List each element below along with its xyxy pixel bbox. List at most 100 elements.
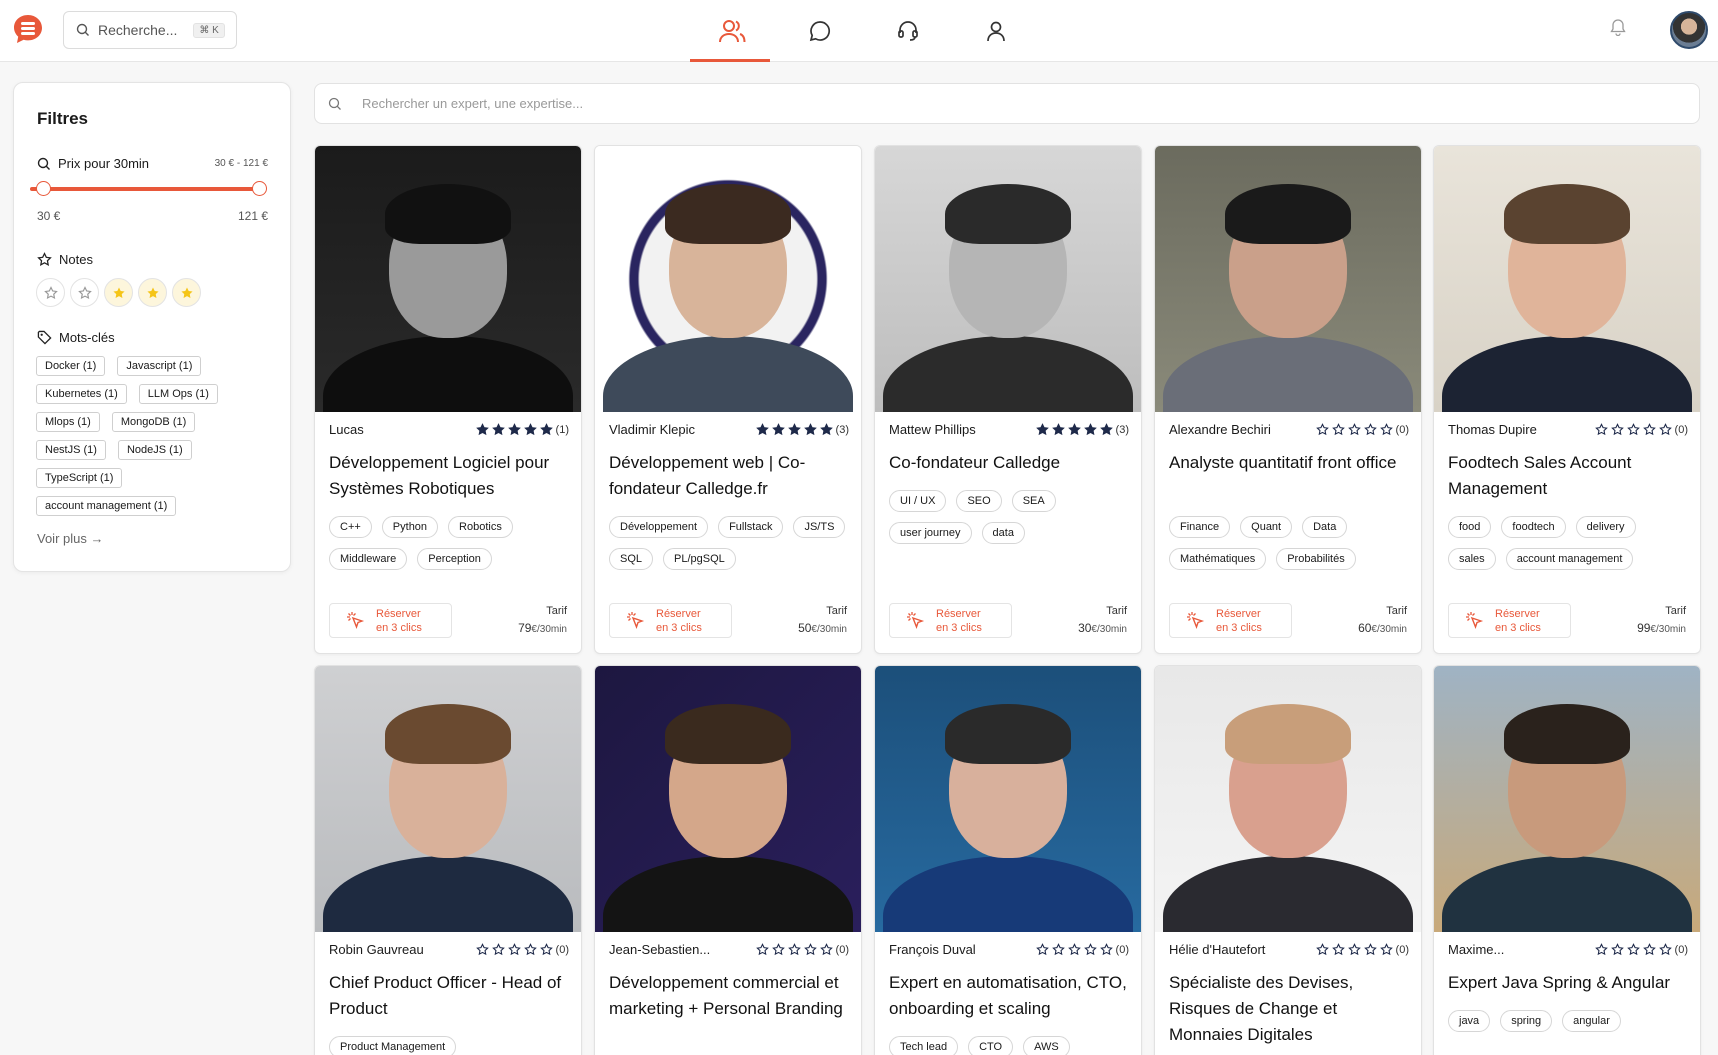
expertise-tag[interactable]: angular (1562, 1010, 1621, 1032)
expertise-tag[interactable]: account management (1505, 548, 1634, 570)
expert-card[interactable]: Mattew Phillips (3) Co-fondateur Calledg… (874, 145, 1142, 654)
expert-photo[interactable] (595, 146, 861, 412)
expertise-tag[interactable]: data (981, 522, 1025, 544)
expertise-tag[interactable]: Middleware (329, 548, 408, 570)
price-slider-track[interactable] (30, 187, 255, 191)
reserve-label: Réserver (936, 607, 981, 620)
keyword-chip[interactable]: Kubernetes (1) (36, 384, 127, 404)
expertise-tag[interactable]: UI / UX (889, 490, 947, 512)
expert-photo[interactable] (875, 666, 1141, 932)
tarif-price: 99 (1637, 621, 1651, 635)
expertise-tag[interactable]: Finance (1169, 516, 1231, 538)
expertise-tag[interactable]: AWS (1023, 1036, 1070, 1055)
reserve-button[interactable]: Réserver en 3 clics (1169, 603, 1292, 638)
nav-support[interactable] (864, 0, 952, 62)
user-avatar[interactable] (1670, 11, 1708, 49)
keyword-chip[interactable]: TypeScript (1) (36, 468, 123, 488)
expertise-tag[interactable]: java (1448, 1010, 1491, 1032)
rating-5-button[interactable] (172, 278, 201, 307)
click-cursor-icon (627, 611, 645, 629)
expertise-tag[interactable]: user journey (889, 522, 972, 544)
expertise-tag[interactable]: SEO (956, 490, 1002, 512)
star-outline-icon (1594, 943, 1608, 956)
keyword-chip[interactable]: Mlops (1) (36, 412, 100, 432)
app-logo[interactable] (12, 13, 44, 45)
expertise-tag[interactable]: food (1448, 516, 1492, 538)
keyword-chip[interactable]: Javascript (1) (117, 356, 202, 376)
tag-icon (37, 330, 52, 345)
expertise-tag[interactable]: SEA (1011, 490, 1056, 512)
reserve-button[interactable]: Réserver en 3 clics (889, 603, 1012, 638)
global-search[interactable]: Recherche... ⌘ K (63, 11, 237, 49)
rating-3-button[interactable] (104, 278, 133, 307)
nav-chat[interactable] (776, 0, 864, 62)
expert-card[interactable]: Jean-Sebastien... (0) Développement comm… (594, 665, 862, 1055)
price-slider-max-handle[interactable] (252, 181, 267, 196)
expert-card[interactable]: Alexandre Bechiri (0) Analyste quantitat… (1154, 145, 1422, 654)
expertise-tag[interactable]: spring (1500, 1010, 1553, 1032)
expertise-tag[interactable]: foodtech (1501, 516, 1566, 538)
expertise-tag[interactable]: Tech lead (889, 1036, 959, 1055)
expertise-tag[interactable]: JS/TS (793, 516, 846, 538)
expertise-tag[interactable]: Probabilités (1276, 548, 1356, 570)
expert-search-input[interactable] (362, 96, 1562, 111)
keyword-chip[interactable]: account management (1) (36, 496, 177, 516)
photo-body-shape (603, 336, 853, 412)
expertise-tag[interactable]: PL/pgSQL (663, 548, 736, 570)
reserve-button[interactable]: Réserver en 3 clics (609, 603, 732, 638)
expertise-tag[interactable]: SQL (609, 548, 654, 570)
expert-photo[interactable] (315, 666, 581, 932)
expertise-tag[interactable]: Fullstack (718, 516, 784, 538)
card-footer: Réserver en 3 clics Tarif 60€/30min (1169, 603, 1407, 638)
nav-experts[interactable] (688, 0, 776, 62)
expert-photo[interactable] (1155, 146, 1421, 412)
reserve-button[interactable]: Réserver en 3 clics (1448, 603, 1571, 638)
keyword-chip[interactable]: MongoDB (1) (111, 412, 196, 432)
expertise-tag[interactable]: Mathématiques (1169, 548, 1267, 570)
expertise-tag[interactable]: delivery (1575, 516, 1636, 538)
rating-1-button[interactable] (36, 278, 65, 307)
expert-card[interactable]: Maxime... (0) Expert Java Spring & Angul… (1433, 665, 1701, 1055)
expert-card[interactable]: Robin Gauvreau (0) Chief Product Officer… (314, 665, 582, 1055)
expert-card[interactable]: François Duval (0) Expert en automatisat… (874, 665, 1142, 1055)
expertise-tag[interactable]: Développement (609, 516, 709, 538)
rating-4-button[interactable] (138, 278, 167, 307)
nav-profile[interactable] (952, 0, 1040, 62)
expert-card[interactable]: Vladimir Klepic (3) Développement web | … (594, 145, 862, 654)
expertise-tag[interactable]: C++ (329, 516, 372, 538)
expertise-tag[interactable]: Robotics (448, 516, 513, 538)
rating-count: (0) (1674, 943, 1688, 956)
star-filled-icon (491, 423, 505, 436)
expert-card[interactable]: Hélie d'Hautefort (0) Spécialiste des De… (1154, 665, 1422, 1055)
expertise-tag[interactable]: Product Management (329, 1036, 457, 1055)
expert-card[interactable]: Thomas Dupire (0) Foodtech Sales Account… (1433, 145, 1701, 654)
expert-photo[interactable] (315, 146, 581, 412)
reserve-sublabel: en 3 clics (656, 621, 702, 634)
expert-photo[interactable] (595, 666, 861, 932)
rating-2-button[interactable] (70, 278, 99, 307)
expertise-tag[interactable]: Data (1302, 516, 1348, 538)
star-outline-icon (1315, 943, 1329, 956)
expertise-tag[interactable]: sales (1448, 548, 1496, 570)
expertise-tag[interactable]: CTO (968, 1036, 1014, 1055)
keyword-chip[interactable]: NodeJS (1) (117, 440, 192, 460)
expertise-tag[interactable]: Perception (417, 548, 492, 570)
expert-card[interactable]: Lucas (1) Développement Logiciel pour Sy… (314, 145, 582, 654)
see-more-link[interactable]: Voir plus → (37, 531, 103, 546)
expert-photo[interactable] (875, 146, 1141, 412)
star-filled-icon (1083, 423, 1097, 436)
expertise-tag[interactable]: Python (381, 516, 439, 538)
expertise-tag[interactable]: Quant (1240, 516, 1293, 538)
expert-photo[interactable] (1434, 666, 1700, 932)
expert-photo[interactable] (1434, 146, 1700, 412)
expert-search-bar[interactable] (314, 83, 1700, 124)
keyword-chip[interactable]: NestJS (1) (36, 440, 106, 460)
keyword-chip[interactable]: LLM Ops (1) (138, 384, 218, 404)
reserve-button[interactable]: Réserver en 3 clics (329, 603, 452, 638)
keyword-chip[interactable]: Docker (1) (36, 356, 106, 376)
star-outline-icon (819, 943, 833, 956)
price-slider-min-handle[interactable] (36, 181, 51, 196)
notifications-button[interactable] (1610, 18, 1626, 41)
star-outline-icon (787, 943, 801, 956)
expert-photo[interactable] (1155, 666, 1421, 932)
